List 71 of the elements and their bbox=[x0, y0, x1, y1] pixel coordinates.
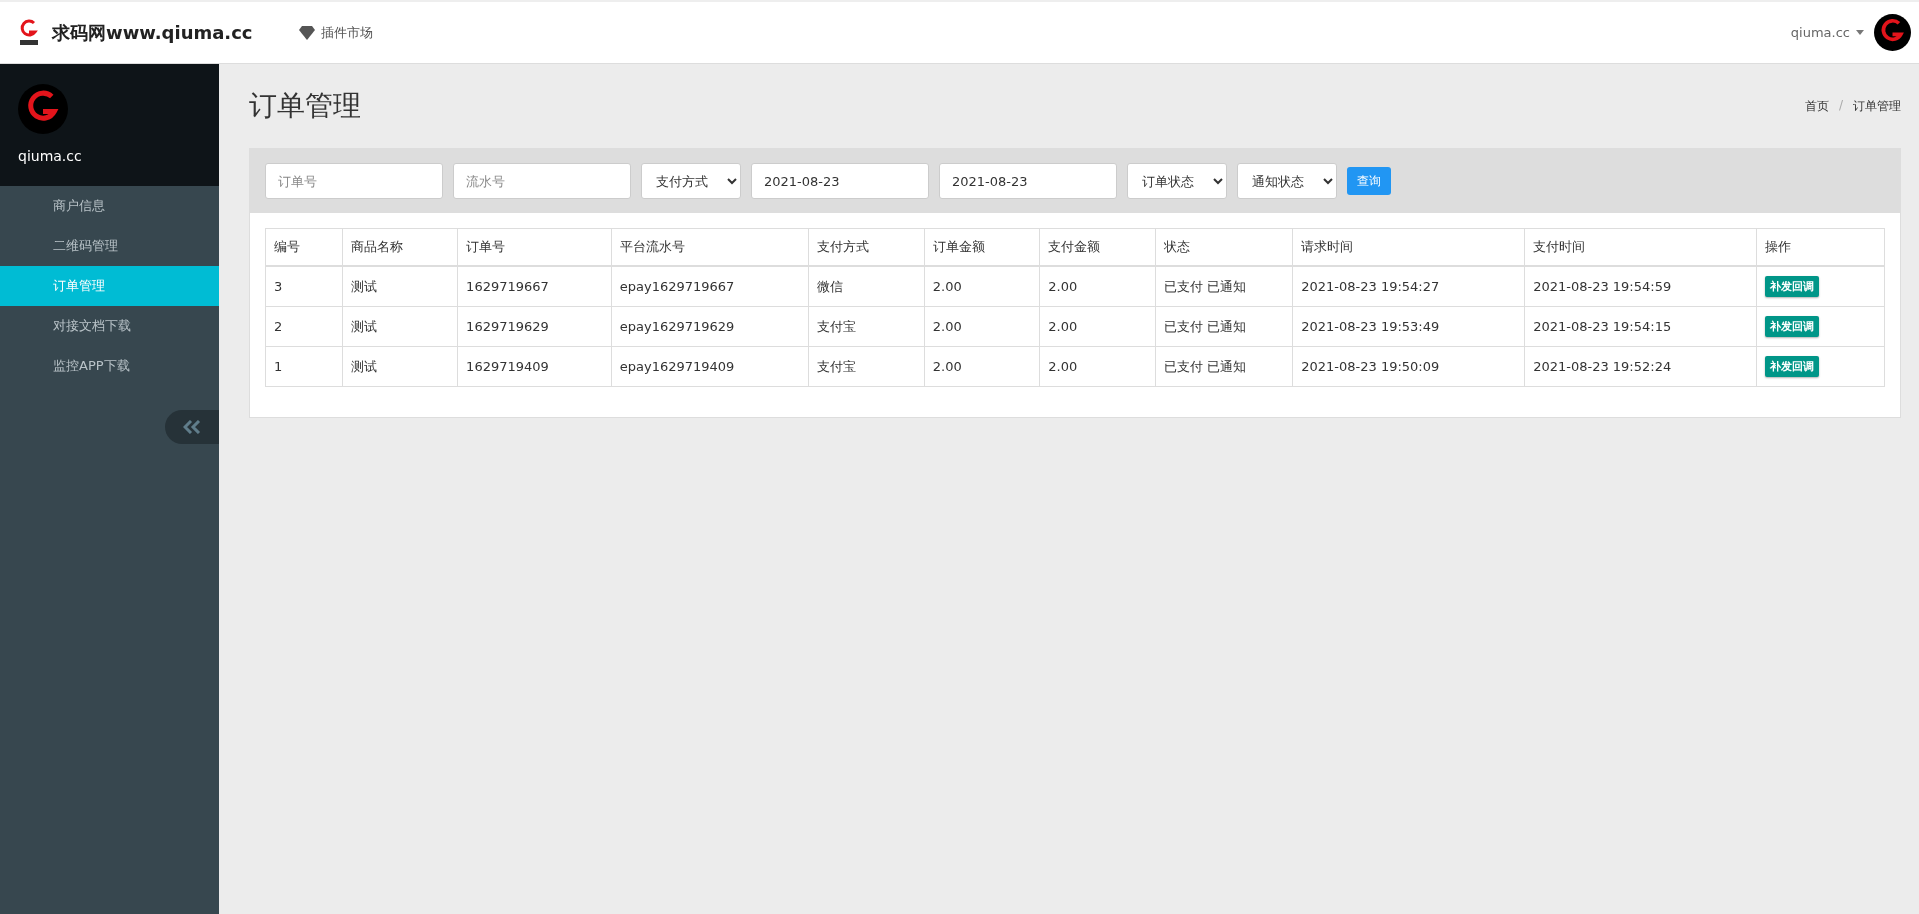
table-cell: 1629719629 bbox=[457, 306, 612, 347]
table-cell: 1 bbox=[265, 346, 343, 387]
column-header: 支付方式 bbox=[808, 228, 925, 266]
table-cell: 2021-08-23 19:54:27 bbox=[1292, 266, 1525, 307]
table-cell: 2021-08-23 19:54:15 bbox=[1524, 306, 1757, 347]
filter-select[interactable]: 订单状态 bbox=[1127, 163, 1227, 199]
table-cell: 支付宝 bbox=[808, 306, 925, 347]
table-cell: 已支付 已通知 bbox=[1155, 266, 1293, 307]
filter-select[interactable]: 通知状态 bbox=[1237, 163, 1337, 199]
column-header: 支付金额 bbox=[1039, 228, 1156, 266]
table-cell: epay1629719667 bbox=[611, 266, 809, 307]
column-header: 请求时间 bbox=[1292, 228, 1525, 266]
column-header: 操作 bbox=[1756, 228, 1885, 266]
table-cell: 1629719409 bbox=[457, 346, 612, 387]
table-cell: 2.00 bbox=[1039, 306, 1156, 347]
table-cell: 测试 bbox=[342, 346, 458, 387]
filter-field[interactable]: 2021-08-23 bbox=[939, 163, 1117, 199]
search-button[interactable]: 查询 bbox=[1347, 167, 1391, 195]
column-header: 商品名称 bbox=[342, 228, 458, 266]
filter-field[interactable]: 2021-08-23 bbox=[751, 163, 929, 199]
table-cell: 2 bbox=[265, 306, 343, 347]
column-header: 平台流水号 bbox=[611, 228, 809, 266]
column-header: 支付时间 bbox=[1524, 228, 1757, 266]
table-cell: 2021-08-23 19:53:49 bbox=[1292, 306, 1525, 347]
table-cell: 已支付 已通知 bbox=[1155, 346, 1293, 387]
table-cell: epay1629719629 bbox=[611, 306, 809, 347]
table-cell: 2.00 bbox=[1039, 266, 1156, 307]
column-header: 编号 bbox=[265, 228, 343, 266]
table-cell: 2.00 bbox=[1039, 346, 1156, 387]
logo-icon bbox=[18, 17, 40, 48]
table-cell: epay1629719409 bbox=[611, 346, 809, 387]
sidebar-username: qiuma.cc bbox=[18, 148, 83, 164]
user-menu[interactable]: qiuma.cc bbox=[1790, 25, 1864, 40]
table-cell: 测试 bbox=[342, 266, 458, 307]
filter-select[interactable]: 支付方式 bbox=[641, 163, 741, 199]
filter-field[interactable]: 订单号 bbox=[265, 163, 443, 199]
breadcrumb-item: 订单管理 bbox=[1853, 97, 1901, 115]
page-title: 订单管理 bbox=[249, 88, 361, 124]
table-cell: 2021-08-23 19:52:24 bbox=[1524, 346, 1757, 387]
resend-callback-button[interactable]: 补发回调 bbox=[1765, 276, 1820, 297]
avatar-icon bbox=[1874, 14, 1911, 51]
table-cell: 微信 bbox=[808, 266, 925, 307]
table-cell: 2.00 bbox=[924, 346, 1040, 387]
column-header: 订单号 bbox=[457, 228, 612, 266]
diamond-icon bbox=[298, 25, 315, 40]
caret-icon bbox=[1856, 30, 1864, 35]
table-cell: 支付宝 bbox=[808, 346, 925, 387]
breadcrumb-separator: / bbox=[1838, 97, 1843, 114]
sidebar-item[interactable]: 对接文档下载 bbox=[0, 306, 219, 346]
table-cell: 3 bbox=[265, 266, 343, 307]
column-header: 订单金额 bbox=[924, 228, 1040, 266]
table-cell: 测试 bbox=[342, 306, 458, 347]
table-cell: 2021-08-23 19:54:59 bbox=[1524, 266, 1757, 307]
table-cell: 2.00 bbox=[924, 266, 1040, 307]
sidebar-item[interactable]: 监控APP下载 bbox=[0, 346, 219, 386]
double-chevron-icon bbox=[183, 420, 201, 434]
table-cell: 2021-08-23 19:50:09 bbox=[1292, 346, 1525, 387]
breadcrumb-item[interactable]: 首页 bbox=[1804, 97, 1829, 115]
resend-callback-button[interactable]: 补发回调 bbox=[1765, 356, 1820, 377]
avatar-icon bbox=[18, 84, 68, 134]
resend-callback-button[interactable]: 补发回调 bbox=[1765, 316, 1820, 337]
nav-link[interactable]: 插件市场 bbox=[298, 23, 373, 42]
table-cell: 1629719667 bbox=[457, 266, 612, 307]
sidebar-item[interactable]: 二维码管理 bbox=[0, 226, 219, 266]
column-header: 状态 bbox=[1155, 228, 1293, 266]
table-cell: 已支付 已通知 bbox=[1155, 306, 1293, 347]
site-brand: 求码网www.qiuma.cc bbox=[52, 20, 253, 45]
sidebar-item[interactable]: 商户信息 bbox=[0, 186, 219, 226]
collapse-button[interactable] bbox=[165, 410, 219, 444]
filter-field[interactable]: 流水号 bbox=[453, 163, 631, 199]
table-cell: 2.00 bbox=[924, 306, 1040, 347]
